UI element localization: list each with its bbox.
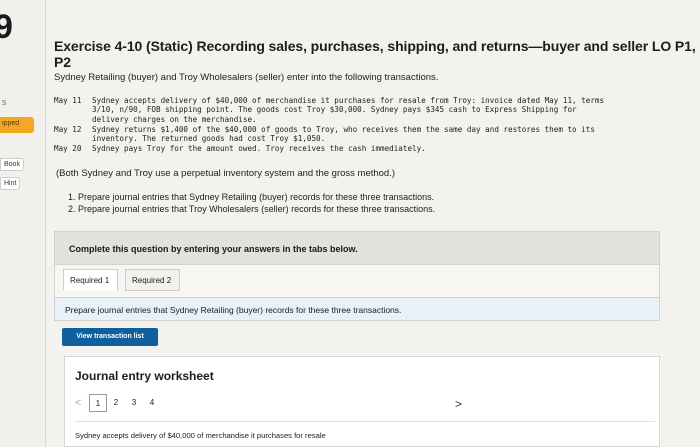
chevron-right-icon[interactable]: > xyxy=(455,397,462,411)
inventory-note: (Both Sydney and Troy use a perpetual in… xyxy=(56,168,396,179)
ebook-link[interactable]: Book xyxy=(0,158,24,171)
instructions-bar: Complete this question by entering your … xyxy=(54,231,660,265)
worksheet-description-box: Sydney accepts delivery of $40,000 of me… xyxy=(75,421,655,447)
worksheet-title: Journal entry worksheet xyxy=(75,369,214,383)
prepare-bar: Prepare journal entries that Sydney Reta… xyxy=(54,297,660,321)
journal-worksheet-panel: Journal entry worksheet < 1 2 3 4 > Sydn… xyxy=(64,356,660,447)
chevron-left-icon[interactable]: < xyxy=(75,397,89,409)
transaction-date: May 12 xyxy=(54,124,82,134)
hint-link[interactable]: Hint xyxy=(0,177,21,190)
task-item: 2. Prepare journal entries that Troy Who… xyxy=(68,204,436,214)
tab-required-2[interactable]: Required 2 xyxy=(125,269,180,291)
transaction-date: May 20 xyxy=(54,144,82,154)
exercise-title: Exercise 4-10 (Static) Recording sales, … xyxy=(54,38,696,70)
nav-indicator: s xyxy=(2,97,7,107)
left-nav-strip: 9 s ipped Book Hint xyxy=(0,0,46,447)
transaction-line: Sydney returns $1,400 of the $40,000 of … xyxy=(92,124,595,134)
main-content: Exercise 4-10 (Static) Recording sales, … xyxy=(52,0,700,447)
transaction-text: Sydney accepts delivery of $40,000 of me… xyxy=(92,96,684,124)
transaction-row: May 12 Sydney returns $1,400 of the $40,… xyxy=(54,125,684,144)
page-4-button[interactable]: 4 xyxy=(143,394,161,412)
tabs-area: Required 1 Required 2 xyxy=(54,265,660,297)
exercise-intro: Sydney Retailing (buyer) and Troy Wholes… xyxy=(54,72,439,83)
transaction-date: May 11 xyxy=(54,96,82,105)
task-item: 1. Prepare journal entries that Sydney R… xyxy=(68,192,435,202)
skipped-badge[interactable]: ipped xyxy=(0,117,34,133)
page-1-button[interactable]: 1 xyxy=(89,394,107,412)
transaction-row: May 20 Sydney pays Troy for the amount o… xyxy=(54,144,684,153)
tab-required-1[interactable]: Required 1 xyxy=(63,269,118,291)
transaction-line: inventory. The returned goods had cost T… xyxy=(92,134,326,144)
transaction-text: Sydney pays Troy for the amount owed. Tr… xyxy=(92,144,684,153)
transaction-row: May 11 Sydney accepts delivery of $40,00… xyxy=(54,96,684,124)
page-2-button[interactable]: 2 xyxy=(107,394,125,412)
transaction-line: Sydney pays Troy for the amount owed. Tr… xyxy=(92,144,426,154)
question-number: 9 xyxy=(0,8,13,46)
transactions-list: May 11 Sydney accepts delivery of $40,00… xyxy=(54,96,684,154)
worksheet-description: Sydney accepts delivery of $40,000 of me… xyxy=(75,431,326,440)
transaction-line: 3/10, n/90, FOB shipping point. The good… xyxy=(92,105,577,115)
instructions-text: Complete this question by entering your … xyxy=(69,244,358,254)
page-3-button[interactable]: 3 xyxy=(125,394,143,412)
transaction-line: delivery charges on the merchandise. xyxy=(92,114,257,124)
view-transaction-list-button[interactable]: View transaction list xyxy=(62,328,158,346)
prepare-instruction: Prepare journal entries that Sydney Reta… xyxy=(65,305,402,315)
task-list: 1. Prepare journal entries that Sydney R… xyxy=(68,192,435,216)
transaction-line: Sydney accepts delivery of $40,000 of me… xyxy=(92,96,605,105)
worksheet-pager: < 1 2 3 4 xyxy=(75,394,161,412)
transaction-text: Sydney returns $1,400 of the $40,000 of … xyxy=(92,125,684,144)
